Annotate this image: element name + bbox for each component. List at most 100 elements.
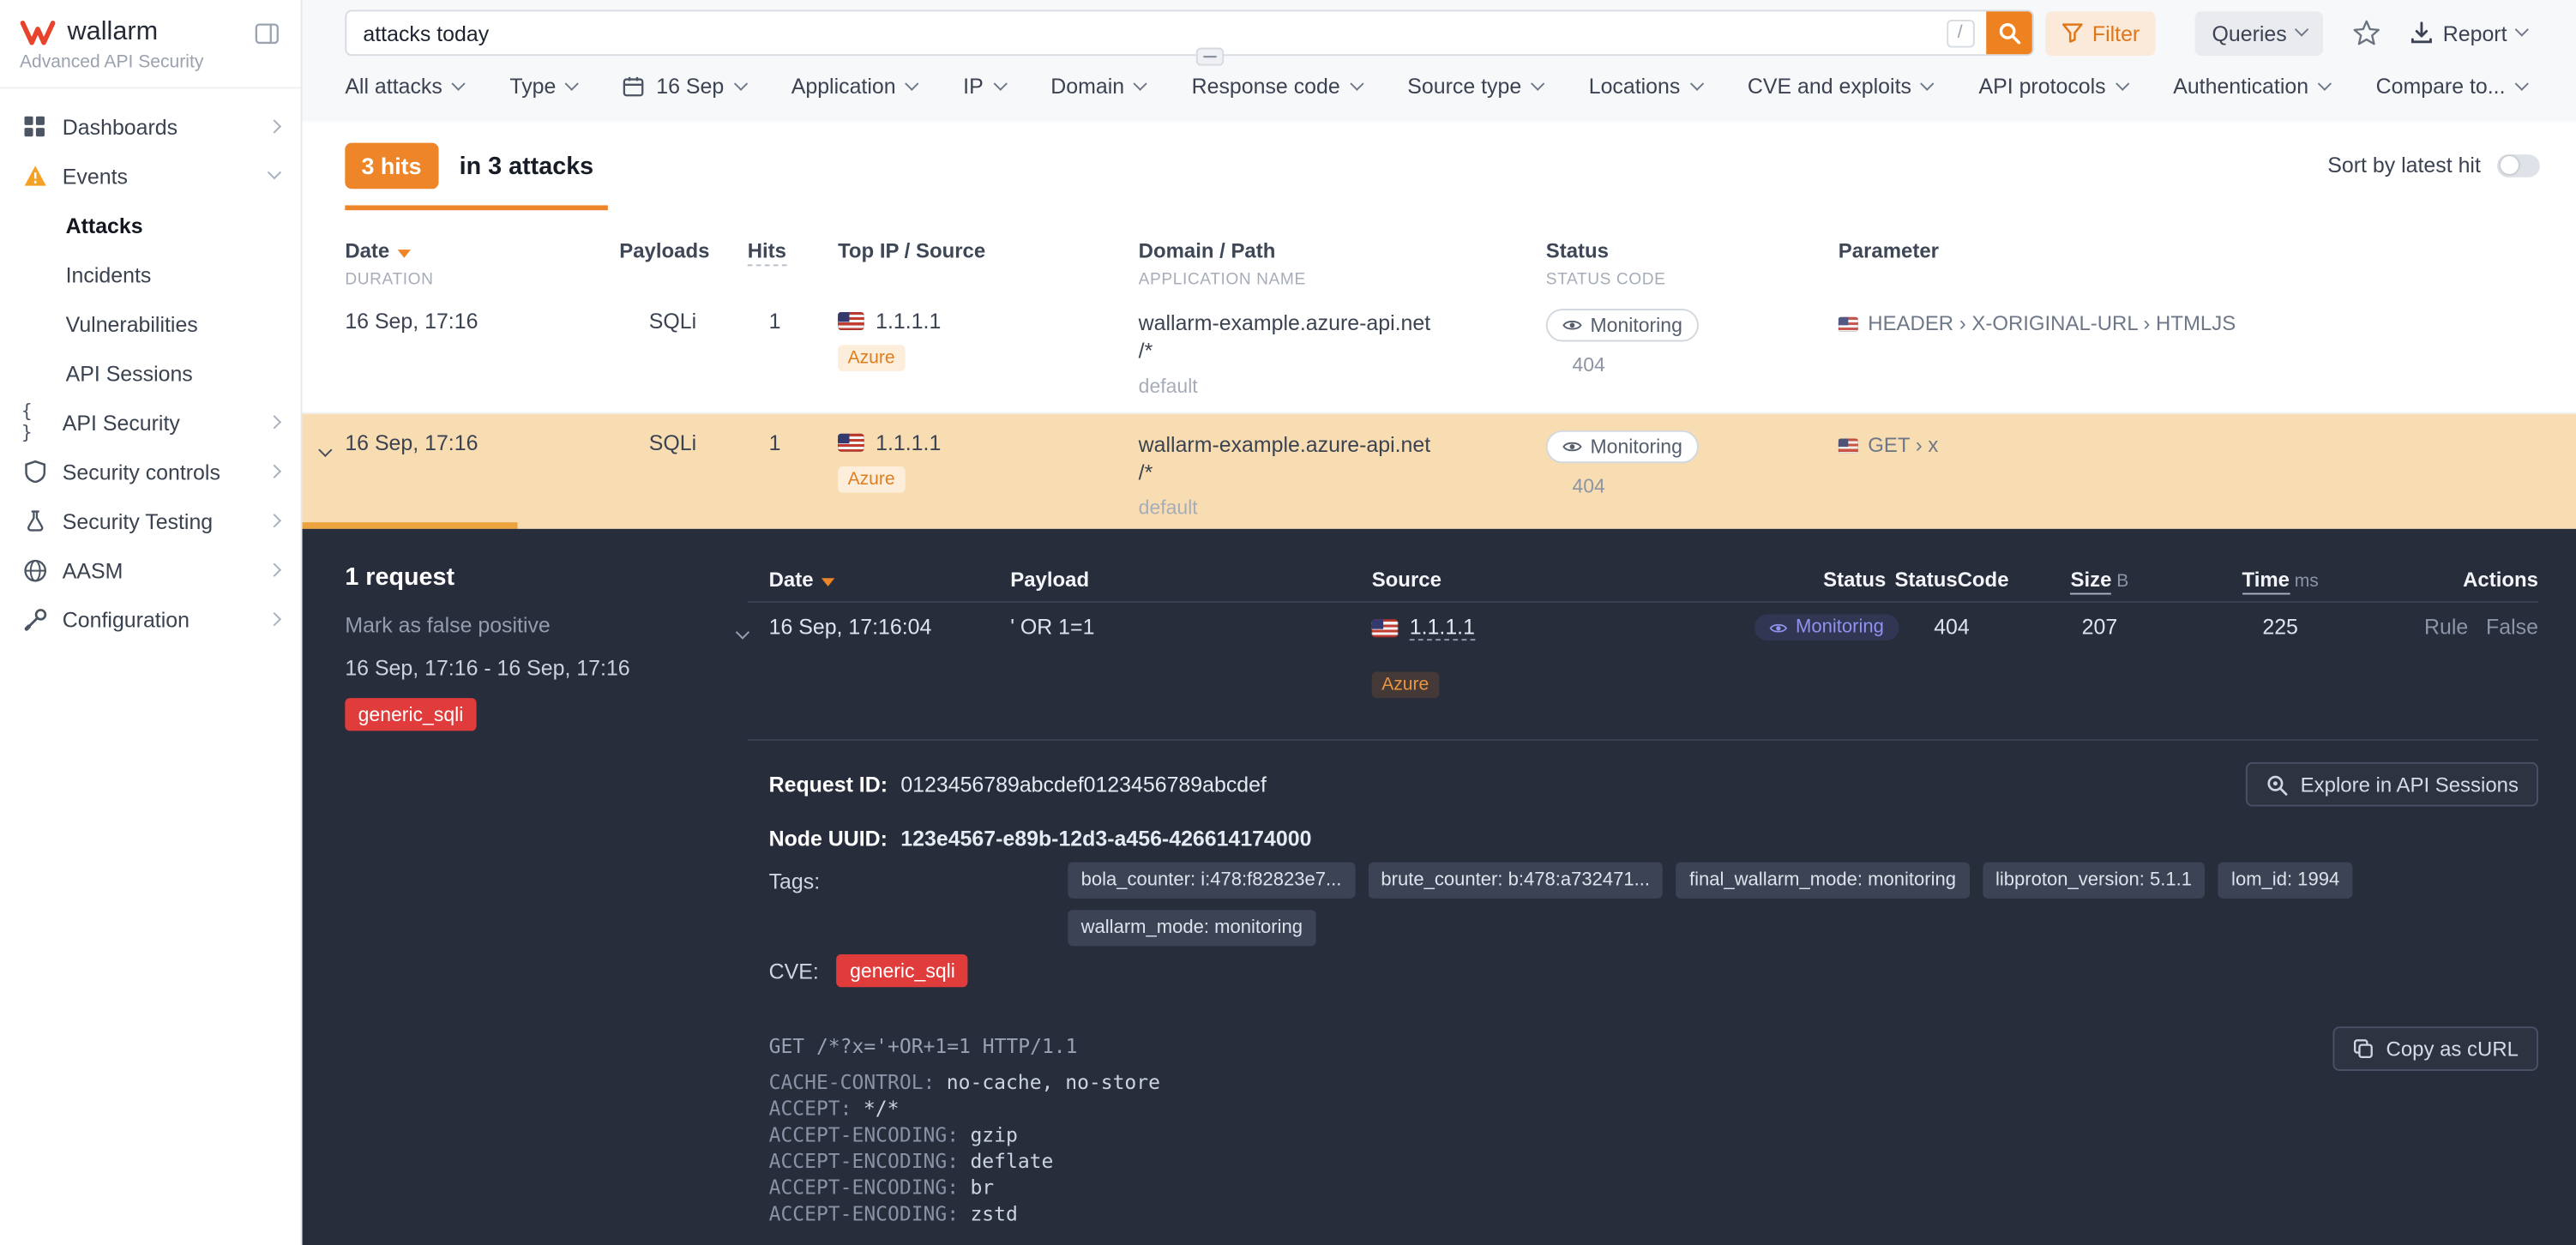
tag-chip: bola_counter: i:478:f82823e7... [1068,863,1354,899]
app-root: wallarm Advanced API Security Dashboards… [0,0,2576,1245]
source-tag-azure: Azure [838,466,905,493]
attacks-results: 3 hits in 3 attacks Sort by latest hit D… [303,122,2576,529]
shield-icon [21,460,48,483]
attack-row[interactable]: 16 Sep, 17:16 SQLi 1 1.1.1.1 Azure walla… [303,292,2576,414]
sidebar-nav: Dashboards Events Attacks Incidents Vuln… [0,88,301,643]
column-actions: Actions [2379,568,2538,592]
warning-icon [21,165,48,188]
filter-locations[interactable]: Locations [1589,74,1702,99]
request-expand-chevron-icon[interactable] [737,621,747,646]
tag-chip: libproton_version: 5.1.1 [1983,863,2206,899]
filter-ip[interactable]: IP [963,74,1004,99]
attack-date: 16 Sep, 17:16 [345,430,619,455]
hits-header: 3 hits in 3 attacks [345,143,593,189]
attack-payload: SQLi [619,430,747,455]
explore-search-icon [2266,773,2289,796]
eye-icon [1769,620,1787,635]
filter-source-type[interactable]: Source type [1407,74,1543,99]
attack-application: default [1139,375,1546,398]
search-button[interactable] [1985,9,2031,56]
filter-date[interactable]: 16 Sep [623,74,745,99]
cve-label: CVE: [769,959,819,983]
tag-chip: wallarm_mode: monitoring [1068,910,1315,946]
sidebar-item-configuration[interactable]: Configuration [0,594,301,643]
download-icon [2410,21,2433,45]
tags-list: bola_counter: i:478:f82823e7... brute_co… [1068,863,2352,947]
report-button[interactable]: Report [2400,10,2537,55]
http-request-line: GET /*?x='+OR+1=1 HTTP/1.1 [769,1033,1160,1060]
sidebar-item-security-controls[interactable]: Security controls [0,447,301,496]
filter-authentication[interactable]: Authentication [2173,74,2330,99]
attack-domain: wallarm-example.azure-api.net [1139,430,1546,459]
request-row[interactable]: 16 Sep, 17:16:04 ' OR 1=1 1.1.1.1 Azure … [748,614,2538,698]
cve-row: CVE: generic_sqli [769,954,969,987]
status-badge: Monitoring [1546,430,1699,463]
action-rule-link[interactable]: Rule [2424,614,2468,639]
sidebar-item-incidents[interactable]: Incidents [0,250,301,298]
chevron-down-icon [2515,22,2529,36]
request-date: 16 Sep, 17:16:04 [769,614,1011,639]
sidebar-item-label: API Security [63,410,180,435]
filter-type[interactable]: Type [509,74,577,99]
filter-cve-exploits[interactable]: CVE and exploits [1748,74,1933,99]
explore-button-label: Explore in API Sessions [2301,773,2519,796]
filter-all-attacks[interactable]: All attacks [345,74,463,99]
sort-toggle[interactable] [2497,153,2540,177]
search-input[interactable] [346,21,1946,45]
sidebar-collapse-button[interactable] [255,22,280,44]
attack-row-selected[interactable]: 16 Sep, 17:16 SQLi 1 1.1.1.1 Azure walla… [303,414,2576,529]
attack-ip[interactable]: 1.1.1.1 [876,430,941,455]
row-expand-chevron-icon[interactable] [321,438,330,463]
sidebar-item-label: Events [63,164,128,189]
sidebar-item-aasm[interactable]: AASM [0,545,301,594]
queries-button[interactable]: Queries [2195,10,2323,55]
chevron-right-icon [269,418,279,427]
mark-false-positive-link[interactable]: Mark as false positive [345,613,629,638]
divider [748,601,2538,603]
filters-collapse-button[interactable] [1196,48,1225,66]
favorite-star-button[interactable] [2352,20,2380,46]
sidebar-item-events[interactable]: Events [0,151,301,200]
chevron-right-icon [269,614,279,623]
action-false-link[interactable]: False [2486,614,2538,639]
column-date: Date [769,568,1011,592]
filter-response-code[interactable]: Response code [1192,74,1362,99]
sidebar-item-dashboards[interactable]: Dashboards [0,102,301,151]
brand-subtitle: Advanced API Security [0,48,301,89]
column-status: Status [1546,240,1609,263]
search-row: / Filter Queries Report [345,9,2537,56]
globe-icon [21,557,48,582]
sidebar-item-vulnerabilities[interactable]: Vulnerabilities [0,299,301,348]
sidebar-item-api-security[interactable]: API Security [0,398,301,447]
brand-header: wallarm [0,0,301,48]
request-status-code: 404 [1886,614,2017,639]
tag-chip: lom_id: 1994 [2218,863,2353,899]
sidebar-item-security-testing[interactable]: Security Testing [0,496,301,545]
filter-domain[interactable]: Domain [1050,74,1146,99]
collapse-panel-icon [1196,48,1225,66]
attack-hits: 1 [748,430,838,455]
explore-api-sessions-button[interactable]: Explore in API Sessions [2246,762,2537,807]
slash-shortcut-key: / [1946,19,1974,47]
request-ip-link[interactable]: 1.1.1.1 [1410,614,1475,641]
sidebar-item-label: Configuration [63,607,190,632]
column-size: SizeB [2018,568,2182,592]
sort-control: Sort by latest hit [2327,153,2540,177]
sidebar-item-api-sessions[interactable]: API Sessions [0,348,301,397]
http-header-line: ACCEPT:*/* [769,1096,1160,1122]
filter-button[interactable]: Filter [2044,10,2156,55]
attack-ip[interactable]: 1.1.1.1 [876,309,941,334]
filter-api-protocols[interactable]: API protocols [1979,74,2128,99]
column-domain: Domain / Path [1139,240,1276,263]
filter-application[interactable]: Application [791,74,918,99]
source-tag-azure: Azure [838,345,905,371]
sidebar-item-label: Dashboards [63,114,178,139]
sidebar-item-attacks[interactable]: Attacks [0,201,301,250]
sort-desc-icon [398,250,411,258]
filter-compare-to[interactable]: Compare to... [2376,74,2527,99]
column-status-code: StatusCode [1886,568,2017,592]
copy-as-curl-button[interactable]: Copy as cURL [2333,1026,2538,1071]
star-icon [2352,20,2380,46]
flag-icon [1839,316,1858,331]
column-payload: Payload [1010,568,1371,592]
